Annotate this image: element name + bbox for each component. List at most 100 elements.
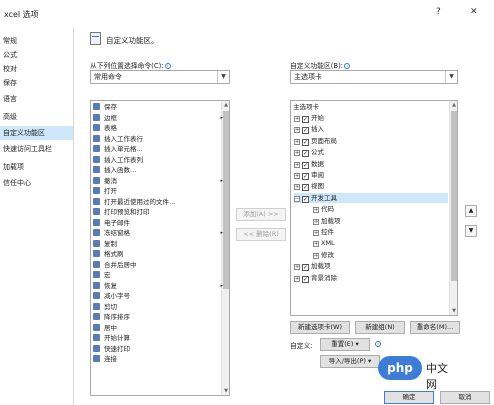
expand-icon[interactable]: + <box>294 116 300 122</box>
expand-icon[interactable]: + <box>313 218 319 225</box>
ribbon-tab-item[interactable]: + ✓ 数据 <box>294 159 448 169</box>
ribbon-group-item[interactable]: + XML <box>313 238 448 248</box>
sidebar-item[interactable]: 公式 <box>0 48 73 62</box>
rename-button[interactable]: 重命名(M)... <box>410 321 460 334</box>
reset-button[interactable]: 重置(E) ▾ <box>320 338 370 351</box>
ribbon-tree-scroll-thumb[interactable] <box>451 111 457 281</box>
checkbox[interactable]: ✓ <box>302 150 309 158</box>
sidebar-item[interactable]: 高级 <box>0 110 73 124</box>
expand-icon[interactable]: + <box>313 252 319 259</box>
ok-button[interactable]: 确定 <box>384 391 434 404</box>
ribbon-tab-item[interactable]: + ✓ 加载项 <box>294 261 448 272</box>
ribbon-tab-item[interactable]: − ✓ 开发工具 <box>294 192 448 203</box>
commands-scroll-thumb[interactable] <box>223 111 229 289</box>
ribbon-tab-item[interactable]: + ✓ 公式 <box>294 147 448 158</box>
command-item[interactable]: 冻结窗格 ▸ <box>93 229 223 238</box>
new-tab-button[interactable]: 新建选项卡(W) <box>290 321 350 334</box>
close-button[interactable]: ✕ <box>470 7 478 17</box>
checkbox[interactable]: ✓ <box>302 184 309 192</box>
expand-icon[interactable]: + <box>294 173 300 179</box>
scroll-up-icon[interactable]: ▲ <box>222 101 229 109</box>
remove-button[interactable]: << 删除(R) <box>236 228 286 241</box>
add-button[interactable]: 添加(A) >> <box>236 208 286 221</box>
command-item[interactable]: 降序排序 <box>93 313 223 322</box>
checkbox[interactable]: ✓ <box>302 195 309 203</box>
command-item[interactable]: 边框 ▸ <box>93 113 223 123</box>
command-item[interactable]: 打印预览和打印 <box>93 208 223 217</box>
sidebar-item[interactable]: 快速访问工具栏 <box>0 142 73 156</box>
sidebar-item[interactable]: 自定义功能区 <box>0 126 73 140</box>
ribbon-group-item[interactable]: + 控件 <box>313 227 448 237</box>
sidebar-item[interactable]: 信任中心 <box>0 176 73 190</box>
ribbon-tab-item[interactable]: + ✓ 视图 <box>294 181 448 192</box>
cancel-button[interactable]: 取消 <box>440 391 490 404</box>
scroll-up-icon[interactable]: ▲ <box>450 101 457 109</box>
command-item[interactable]: 插入单元格... <box>93 145 223 154</box>
command-item[interactable]: 插入函数... <box>93 166 223 175</box>
ribbon-group-item[interactable]: + 加载项 <box>313 216 448 226</box>
command-item[interactable]: 复制 <box>93 239 223 249</box>
scroll-down-icon[interactable]: ▼ <box>222 387 229 395</box>
scroll-down-icon[interactable]: ▼ <box>450 307 457 315</box>
command-item[interactable]: 打开 <box>93 187 223 196</box>
command-item[interactable]: 打开最近使用过的文件... <box>93 197 223 207</box>
command-item[interactable]: 剪切 <box>93 302 223 312</box>
expand-icon[interactable]: + <box>294 127 300 134</box>
commands-list[interactable]: ▲ ▼ 保存 边框 ▸ 表格 插入工作表行 插入单元格... 插入工作表列 插入函数... 撤消… <box>90 100 230 396</box>
sidebar-item[interactable]: 常规 <box>0 34 73 48</box>
sidebar-item[interactable]: 语言 <box>0 92 73 106</box>
command-item[interactable]: 居中 <box>93 323 223 333</box>
command-item[interactable]: 合并后居中 <box>93 260 223 270</box>
ribbon-tab-item[interactable]: + ✓ 插入 <box>294 124 448 135</box>
expand-icon[interactable]: + <box>313 230 319 236</box>
ribbon-tab-item[interactable]: + ✓ 审阅 <box>294 170 448 180</box>
new-group-button[interactable]: 新建组(N) <box>355 321 405 334</box>
command-item[interactable]: 快速打印 <box>93 344 223 354</box>
expand-icon[interactable]: + <box>313 207 319 214</box>
sidebar-item[interactable]: 保存 <box>0 76 73 90</box>
ribbon-tab-item[interactable]: + ✓ 开始 <box>294 113 448 123</box>
expand-icon[interactable]: + <box>294 184 300 191</box>
command-item[interactable]: 保存 <box>93 103 223 112</box>
expand-icon[interactable]: + <box>294 138 300 145</box>
expand-icon[interactable]: + <box>294 275 300 282</box>
command-item[interactable]: 插入工作表列 <box>93 155 223 165</box>
customize-ribbon-dropdown[interactable]: 主选项卡 ▼ <box>290 70 458 84</box>
checkbox[interactable]: ✓ <box>302 275 309 283</box>
move-up-button[interactable]: ▲ <box>465 205 477 217</box>
ribbon-group-item[interactable]: + 修改 <box>313 250 448 260</box>
command-item[interactable]: 宏 <box>93 271 223 280</box>
command-label: 减小字号 <box>104 292 130 300</box>
sidebar-item[interactable]: 加载项 <box>0 160 73 174</box>
ribbon-tree-scrollbar[interactable]: ▲ ▼ <box>449 101 457 315</box>
help-button[interactable]: ? <box>436 7 441 17</box>
sidebar-item[interactable]: 校对 <box>0 62 73 76</box>
command-item[interactable]: 插入工作表行 <box>93 134 223 144</box>
command-item[interactable]: 减小字号 <box>93 292 223 301</box>
checkbox[interactable]: ✓ <box>302 116 309 123</box>
command-item[interactable]: 表格 <box>93 124 223 133</box>
expand-icon[interactable]: + <box>313 241 319 248</box>
command-item[interactable]: 开始计算 <box>93 334 223 343</box>
command-item[interactable]: 撤消 ▸ <box>93 176 223 186</box>
expand-icon[interactable]: + <box>294 161 300 168</box>
checkbox[interactable]: ✓ <box>302 138 309 146</box>
choose-commands-dropdown[interactable]: 常用命令 ▼ <box>90 70 230 84</box>
command-item[interactable]: 连接 <box>93 355 223 364</box>
ribbon-tree[interactable]: 主选项卡 ▲ ▼ + ✓ 开始 + ✓ 插入 + ✓ 页面布局 + ✓ 公式 + ✓ 数据 + ✓ 审阅 + ✓ 视图 −… <box>290 100 458 316</box>
expand-icon[interactable]: + <box>294 264 300 271</box>
checkbox[interactable]: ✓ <box>302 173 309 180</box>
checkbox[interactable]: ✓ <box>302 161 309 169</box>
ribbon-group-item[interactable]: + 代码 <box>313 204 448 214</box>
move-down-button[interactable]: ▼ <box>465 225 477 237</box>
expand-icon[interactable]: + <box>294 150 300 157</box>
command-item[interactable]: 电子邮件 <box>93 218 223 228</box>
collapse-icon[interactable]: − <box>294 195 300 202</box>
checkbox[interactable]: ✓ <box>302 264 309 272</box>
import-export-button[interactable]: 导入/导出(P) ▾ <box>320 355 380 368</box>
command-item[interactable]: 恢复 ▸ <box>93 281 223 291</box>
ribbon-tab-item[interactable]: + ✓ 背景消除 <box>294 273 448 283</box>
ribbon-tab-item[interactable]: + ✓ 页面布局 <box>294 136 448 146</box>
checkbox[interactable]: ✓ <box>302 127 309 135</box>
command-item[interactable]: 格式刷 <box>93 250 223 259</box>
